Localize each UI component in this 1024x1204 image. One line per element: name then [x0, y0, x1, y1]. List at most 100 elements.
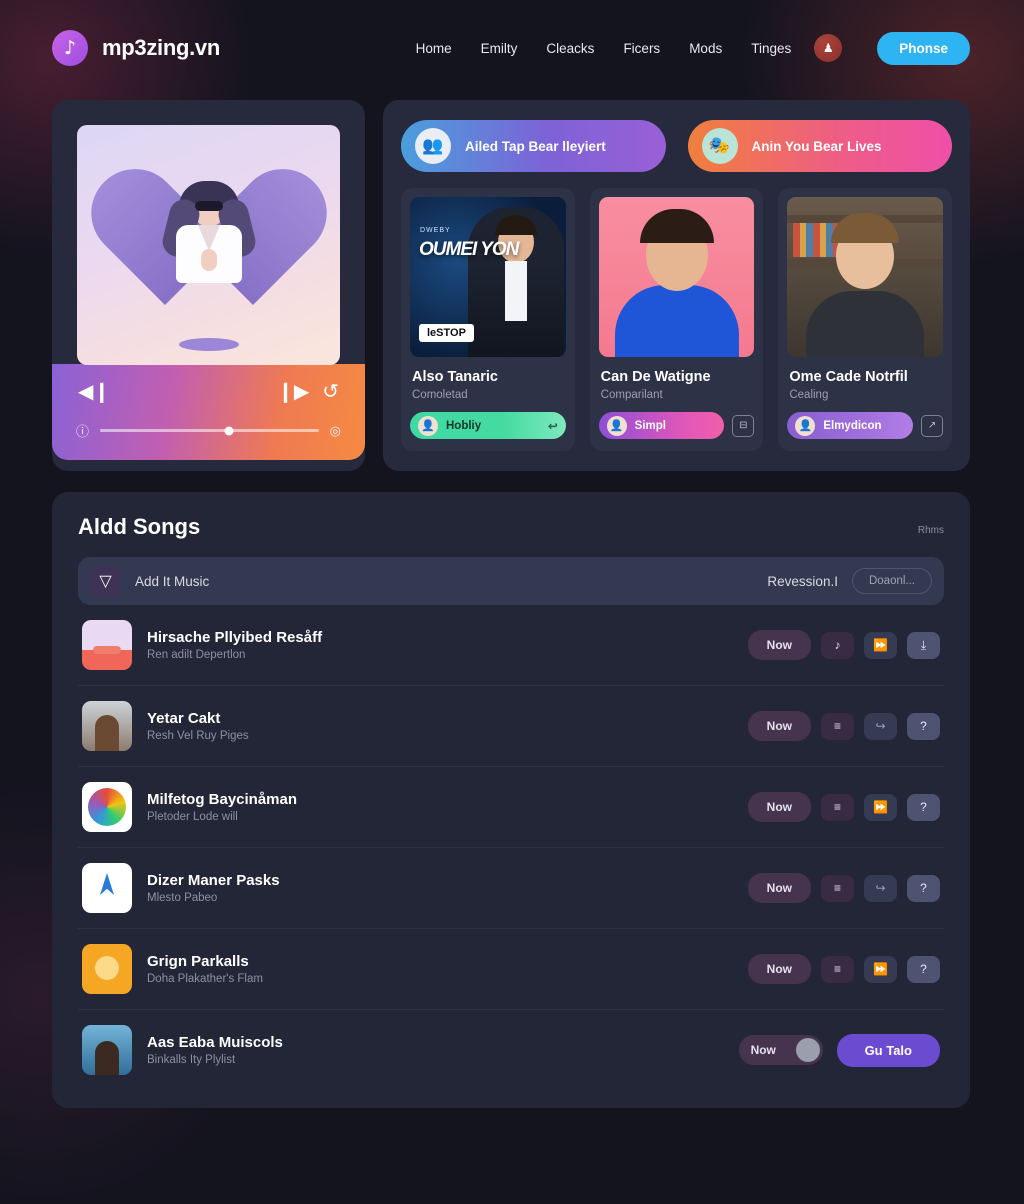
player-controls-area: ◀❙ ❙▶ ↺ ⓘ ◎: [52, 364, 365, 460]
song-title: Milfetog Baycinåman: [147, 791, 298, 808]
media-card-3[interactable]: Ome Cade Notrfil Cealing 👤 Elmydicon ↗: [778, 188, 953, 451]
sunglasses-icon: [194, 201, 223, 212]
card3-body: [806, 291, 925, 357]
song-thumbnail: [82, 944, 132, 994]
help-icon[interactable]: ?: [907, 874, 940, 902]
brand[interactable]: ♪ mp3zing.vn: [52, 30, 220, 66]
nav-item-mods[interactable]: Mods: [689, 41, 722, 56]
next-track-icon[interactable]: ❙▶: [277, 382, 309, 402]
gu-talo-button[interactable]: Gu Talo: [836, 1033, 940, 1067]
song-info: Milfetog Baycinåman Pletoder Lode will: [147, 791, 733, 823]
minus-box-icon[interactable]: ⊟: [732, 414, 755, 437]
banner-item-2[interactable]: 🎭 Anin You Bear Lives: [687, 120, 952, 172]
logo-icon: ♪: [52, 30, 88, 66]
repeat-icon[interactable]: ↺: [322, 382, 339, 402]
search-right-group: Revession.I Doaonl...: [767, 568, 932, 594]
now-toggle[interactable]: Now: [738, 1035, 823, 1065]
figure-hands: [200, 249, 217, 272]
equalizer-icon[interactable]: ≡: [821, 874, 854, 902]
media-card-3-subtitle: Cealing: [789, 389, 829, 401]
brand-name: mp3zing.vn: [102, 35, 221, 60]
music-note-icon[interactable]: ♪: [821, 631, 854, 659]
player-card: ◀❙ ❙▶ ↺ ⓘ ◎: [52, 100, 365, 471]
media-card-2[interactable]: Can De Watigne Comparilant 👤 Simpl ⊟: [589, 188, 764, 451]
song-subtitle: Resh Vel Ruy Piges: [147, 730, 249, 742]
user-avatar-icon[interactable]: ♟: [814, 34, 843, 62]
media-card-2-tag[interactable]: 👤 Simpl: [598, 412, 725, 439]
search-bar[interactable]: ▽ Add It Music Revession.I Doaonl...: [78, 557, 944, 605]
revession-label: Revession.I: [767, 573, 838, 589]
song-subtitle: Pletoder Lode will: [147, 811, 238, 823]
info-icon[interactable]: ⓘ: [76, 421, 89, 440]
card2-body: [614, 285, 739, 357]
card1-shirt: [504, 261, 527, 321]
album-art: [77, 125, 340, 365]
nav-item-tinges[interactable]: Tinges: [751, 41, 791, 56]
song-thumbnail: [82, 782, 132, 832]
media-card-3-tag-label: Elmydicon: [823, 419, 882, 432]
card3-head: [831, 213, 900, 289]
page-title: Aldd Songs: [78, 514, 201, 539]
media-card-2-tag-label: Simpl: [634, 419, 666, 432]
download-icon[interactable]: ⤓: [907, 631, 940, 659]
now-button[interactable]: Now: [747, 954, 811, 984]
person-avatar-icon: 👤: [795, 415, 816, 436]
download-button[interactable]: Doaonl...: [851, 568, 932, 594]
featured-panel: 👥 Ailed Tap Bear lleyiert 🎭 Anin You Bea…: [383, 100, 970, 471]
progress-row: ⓘ ◎: [74, 421, 343, 440]
fast-forward-icon[interactable]: ⏩: [864, 631, 897, 659]
now-button[interactable]: Now: [747, 873, 811, 903]
figure-body: [175, 225, 242, 284]
edit-box-icon[interactable]: ↗: [921, 414, 944, 437]
now-button[interactable]: Now: [747, 711, 811, 741]
volume-icon[interactable]: ◎: [330, 423, 341, 439]
fast-forward-icon[interactable]: ⏩: [864, 793, 897, 821]
table-row[interactable]: Milfetog Baycinåman Pletoder Lode will N…: [78, 767, 944, 848]
share-icon[interactable]: ↪: [864, 874, 897, 902]
table-row[interactable]: Hirsache Pllyibed Resåff Ren adilt Deper…: [78, 605, 944, 686]
help-icon[interactable]: ?: [907, 793, 940, 821]
song-title: Grign Parkalls: [147, 953, 249, 970]
help-icon[interactable]: ?: [907, 712, 940, 740]
equalizer-icon[interactable]: ≡: [821, 793, 854, 821]
fast-forward-icon[interactable]: ⏩: [864, 955, 897, 983]
previous-track-icon[interactable]: ◀❙: [78, 382, 110, 402]
media-cards-row: DWEBY OUMEI YON leSTOP Also Tanaric Como…: [401, 188, 953, 451]
card1-art-kicker: DWEBY: [420, 227, 451, 234]
progress-slider[interactable]: [100, 426, 319, 435]
media-card-1[interactable]: DWEBY OUMEI YON leSTOP Also Tanaric Como…: [401, 188, 575, 451]
toggle-knob[interactable]: [795, 1038, 820, 1062]
media-card-2-title: Can De Watigne: [600, 369, 711, 385]
equalizer-icon[interactable]: ≡: [821, 955, 854, 983]
progress-knob[interactable]: [224, 426, 234, 435]
song-subtitle: Doha Plakather's Flam: [147, 973, 263, 985]
banner-item-1[interactable]: 👥 Ailed Tap Bear lleyiert: [401, 120, 666, 172]
nav-item-ficers[interactable]: Ficers: [623, 41, 660, 56]
nav-item-home[interactable]: Home: [416, 41, 452, 56]
song-subtitle: Ren adilt Depertlon: [147, 649, 246, 661]
help-icon[interactable]: ?: [907, 955, 940, 983]
hero-section: ◀❙ ❙▶ ↺ ⓘ ◎ 👥 Ailed Tap Bear lleyiert 🎭 …: [0, 96, 1024, 471]
media-card-1-tag[interactable]: 👤 Hobliy ↩: [410, 412, 566, 439]
share-icon[interactable]: ↪: [864, 712, 897, 740]
card1-hair: [494, 215, 537, 235]
phonse-button[interactable]: Phonse: [877, 31, 970, 65]
search-input[interactable]: Add It Music: [135, 574, 209, 589]
nav-item-cleacks[interactable]: Cleacks: [546, 41, 594, 56]
table-row[interactable]: Dizer Maner Pasks Mlesto Pabeo Now ≡ ↪ ?: [78, 848, 944, 929]
table-row[interactable]: Grign Parkalls Doha Plakather's Flam Now…: [78, 929, 944, 1010]
media-card-2-art: [598, 197, 755, 357]
song-actions: Now ≡ ↪ ?: [747, 873, 940, 903]
song-info: Dizer Maner Pasks Mlesto Pabeo: [147, 872, 733, 904]
banner-row: 👥 Ailed Tap Bear lleyiert 🎭 Anin You Bea…: [401, 120, 952, 172]
song-subtitle: Mlesto Pabeo: [147, 892, 218, 904]
equalizer-icon[interactable]: ≡: [821, 712, 854, 740]
media-card-3-tag[interactable]: 👤 Elmydicon: [787, 412, 914, 439]
songs-corner-label: Rhms: [917, 525, 944, 536]
now-button[interactable]: Now: [747, 792, 811, 822]
table-row[interactable]: Yetar Cakt Resh Vel Ruy Piges Now ≡ ↪ ?: [78, 686, 944, 767]
table-row[interactable]: Aas Eaba Muiscols Binkalls Ity Plylist N…: [78, 1010, 944, 1090]
now-button[interactable]: Now: [747, 630, 811, 660]
filter-funnel-icon[interactable]: ▽: [90, 565, 121, 597]
nav-item-emilty[interactable]: Emilty: [481, 41, 518, 56]
